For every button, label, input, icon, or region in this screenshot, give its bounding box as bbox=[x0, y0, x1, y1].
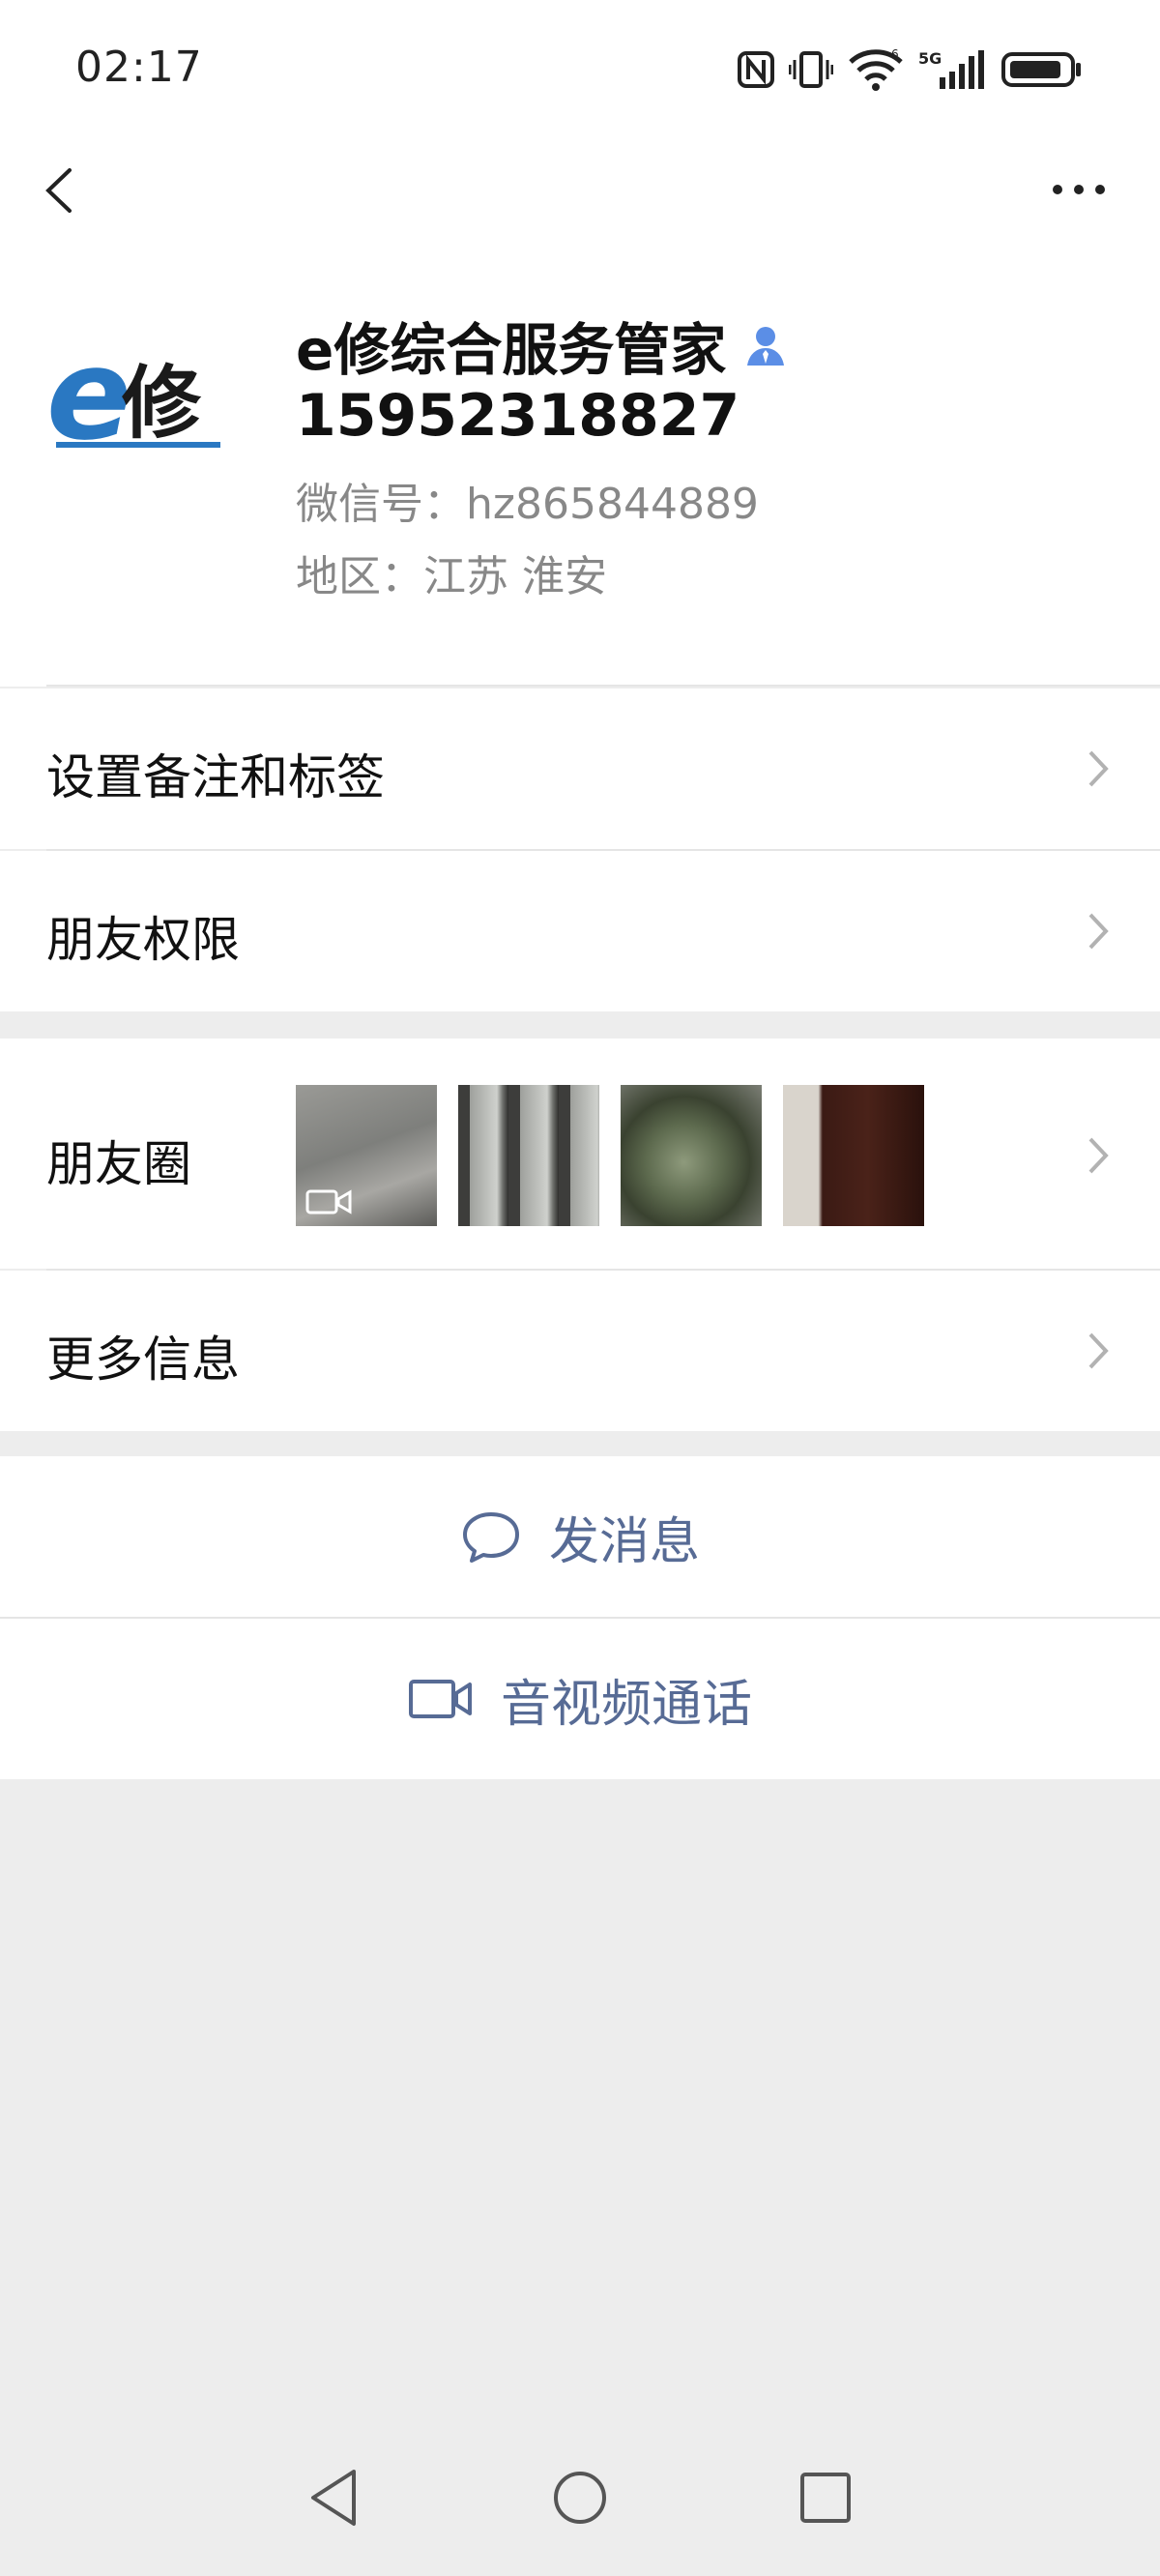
nav-recents-icon[interactable] bbox=[798, 2471, 853, 2525]
moments-photo-4 bbox=[783, 1085, 924, 1226]
moments-photo-1 bbox=[296, 1085, 437, 1226]
more-info-label: 更多信息 bbox=[46, 1332, 240, 1388]
video-camera-icon bbox=[408, 1680, 472, 1718]
svg-text:6: 6 bbox=[891, 48, 899, 61]
svg-text:修: 修 bbox=[122, 357, 202, 450]
top-bar bbox=[0, 135, 1160, 242]
status-icons: 6 5G bbox=[737, 41, 1083, 99]
nfc-icon bbox=[738, 51, 774, 88]
wifi-icon: 6 bbox=[849, 48, 903, 91]
chevron-right-icon bbox=[1088, 750, 1109, 787]
nav-back-icon[interactable] bbox=[305, 2466, 363, 2530]
more-button[interactable] bbox=[1044, 159, 1121, 217]
status-time: 02:17 bbox=[75, 43, 203, 92]
status-bar: 02:17 6 5G bbox=[0, 0, 1160, 135]
contact-profile-page: 02:17 6 5G e 修 e修综合服务管家 15952318827 微信号：… bbox=[0, 0, 1160, 2576]
send-message-label: 发消息 bbox=[548, 1512, 700, 1571]
chevron-right-icon bbox=[1088, 1137, 1109, 1174]
moments-thumbnails bbox=[296, 1085, 934, 1226]
wechat-id: 微信号：hz865844889 bbox=[296, 480, 759, 529]
video-call-label: 音视频通话 bbox=[500, 1675, 752, 1734]
friend-permission-row[interactable]: 朋友权限 bbox=[0, 851, 1160, 1011]
moments-photo-3 bbox=[621, 1085, 762, 1226]
divider bbox=[46, 685, 1160, 687]
name-row: e修综合服务管家 bbox=[296, 305, 788, 386]
region: 地区：江苏 淮安 bbox=[296, 552, 607, 601]
system-nav-bar bbox=[0, 2437, 1160, 2576]
back-button[interactable] bbox=[37, 157, 95, 224]
nav-home-icon[interactable] bbox=[551, 2469, 609, 2527]
chat-bubble-icon bbox=[462, 1512, 519, 1563]
signal-5g-icon: 5G bbox=[918, 49, 984, 89]
brand-logo: e 修 bbox=[46, 321, 220, 468]
permission-label: 朋友权限 bbox=[46, 912, 240, 968]
more-icon bbox=[1053, 185, 1105, 194]
moments-row[interactable]: 朋友圈 bbox=[0, 1039, 1160, 1269]
chevron-right-icon bbox=[1088, 913, 1109, 950]
verified-person-icon bbox=[747, 327, 785, 366]
contact-phone: 15952318827 bbox=[296, 382, 740, 450]
remark-and-tags-row[interactable]: 设置备注和标签 bbox=[0, 688, 1160, 849]
send-message-button[interactable]: 发消息 bbox=[0, 1456, 1160, 1617]
battery-icon bbox=[1001, 52, 1081, 87]
moments-label: 朋友圈 bbox=[46, 1136, 191, 1192]
vibrate-icon bbox=[789, 51, 833, 88]
video-badge-icon bbox=[305, 1189, 352, 1215]
video-call-button[interactable]: 音视频通话 bbox=[0, 1619, 1160, 1779]
section-gap bbox=[0, 1431, 1160, 1456]
back-arrow-icon bbox=[45, 168, 72, 213]
avatar[interactable]: e 修 bbox=[46, 321, 240, 469]
section-gap bbox=[0, 1011, 1160, 1039]
remark-label: 设置备注和标签 bbox=[46, 749, 385, 805]
contact-name: e修综合服务管家 bbox=[296, 317, 727, 383]
chevron-right-icon bbox=[1088, 1332, 1109, 1369]
more-info-row[interactable]: 更多信息 bbox=[0, 1271, 1160, 1431]
svg-text:e: e bbox=[46, 334, 131, 468]
profile-header: e 修 e修综合服务管家 15952318827 微信号：hz865844889… bbox=[0, 242, 1160, 687]
moments-photo-2 bbox=[458, 1085, 599, 1226]
svg-text:5G: 5G bbox=[918, 49, 942, 68]
